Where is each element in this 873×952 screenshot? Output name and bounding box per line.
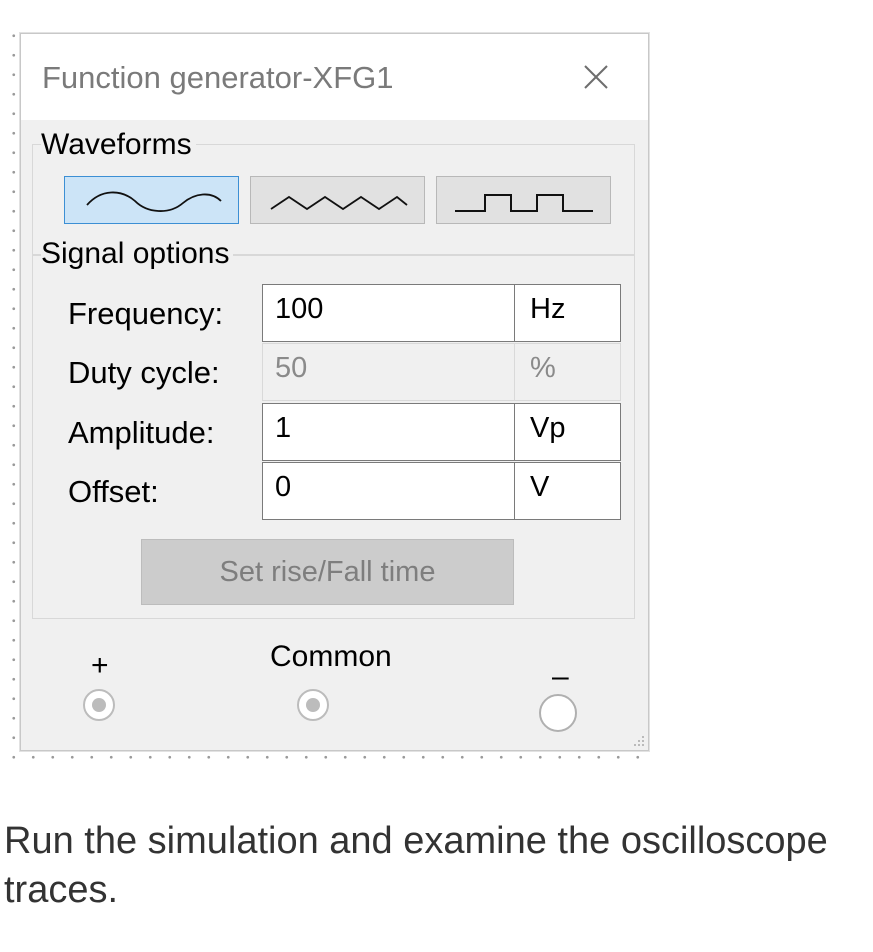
dialog-title: Function generator-XFG1 [42,60,394,95]
duty-cycle-input: 50 [262,343,515,401]
frequency-label: Frequency: [68,296,224,331]
minus-terminal-radio[interactable] [539,694,577,732]
triangle-wave-button[interactable] [250,176,425,224]
common-terminal-radio[interactable] [297,689,329,721]
frequency-unit-select[interactable]: Hz [515,284,621,342]
plus-terminal-radio[interactable] [83,689,115,721]
radio-dot [306,698,320,712]
close-button[interactable] [573,56,617,100]
caption-line-2: traces. [4,869,119,911]
amplitude-unit-select[interactable]: Vp [515,403,621,461]
duty-cycle-label: Duty cycle: [68,355,220,390]
signal-options-label: Signal options [41,237,234,271]
frequency-input[interactable]: 100 [262,284,515,342]
set-rise-fall-time-button: Set rise/Fall time [141,539,514,605]
close-icon [584,65,608,89]
sine-wave-icon [86,191,222,212]
caption-line-1: Run the simulation and examine the oscil… [4,820,828,862]
offset-input[interactable]: 0 [262,462,515,520]
function-generator-dialog: Function generator-XFG1 Waveforms Signal… [20,33,649,751]
minus-terminal-label: – [552,660,569,693]
triangle-wave-icon [270,195,408,211]
instruction-caption: Run the simulation and examine the oscil… [4,817,828,915]
common-terminal-label: Common [270,640,392,673]
resize-grip-icon[interactable] [631,733,645,747]
radio-dot [92,698,106,712]
square-wave-button[interactable] [436,176,611,224]
offset-label: Offset: [68,474,159,509]
plus-terminal-label: + [91,649,109,682]
offset-unit-select[interactable]: V [515,462,621,520]
square-wave-icon [455,194,593,212]
sine-wave-button[interactable] [64,176,239,224]
duty-cycle-unit: % [515,343,621,401]
waveforms-label: Waveforms [41,128,196,162]
amplitude-label: Amplitude: [68,415,215,450]
amplitude-input[interactable]: 1 [262,403,515,461]
title-bar: Function generator-XFG1 [21,34,648,120]
